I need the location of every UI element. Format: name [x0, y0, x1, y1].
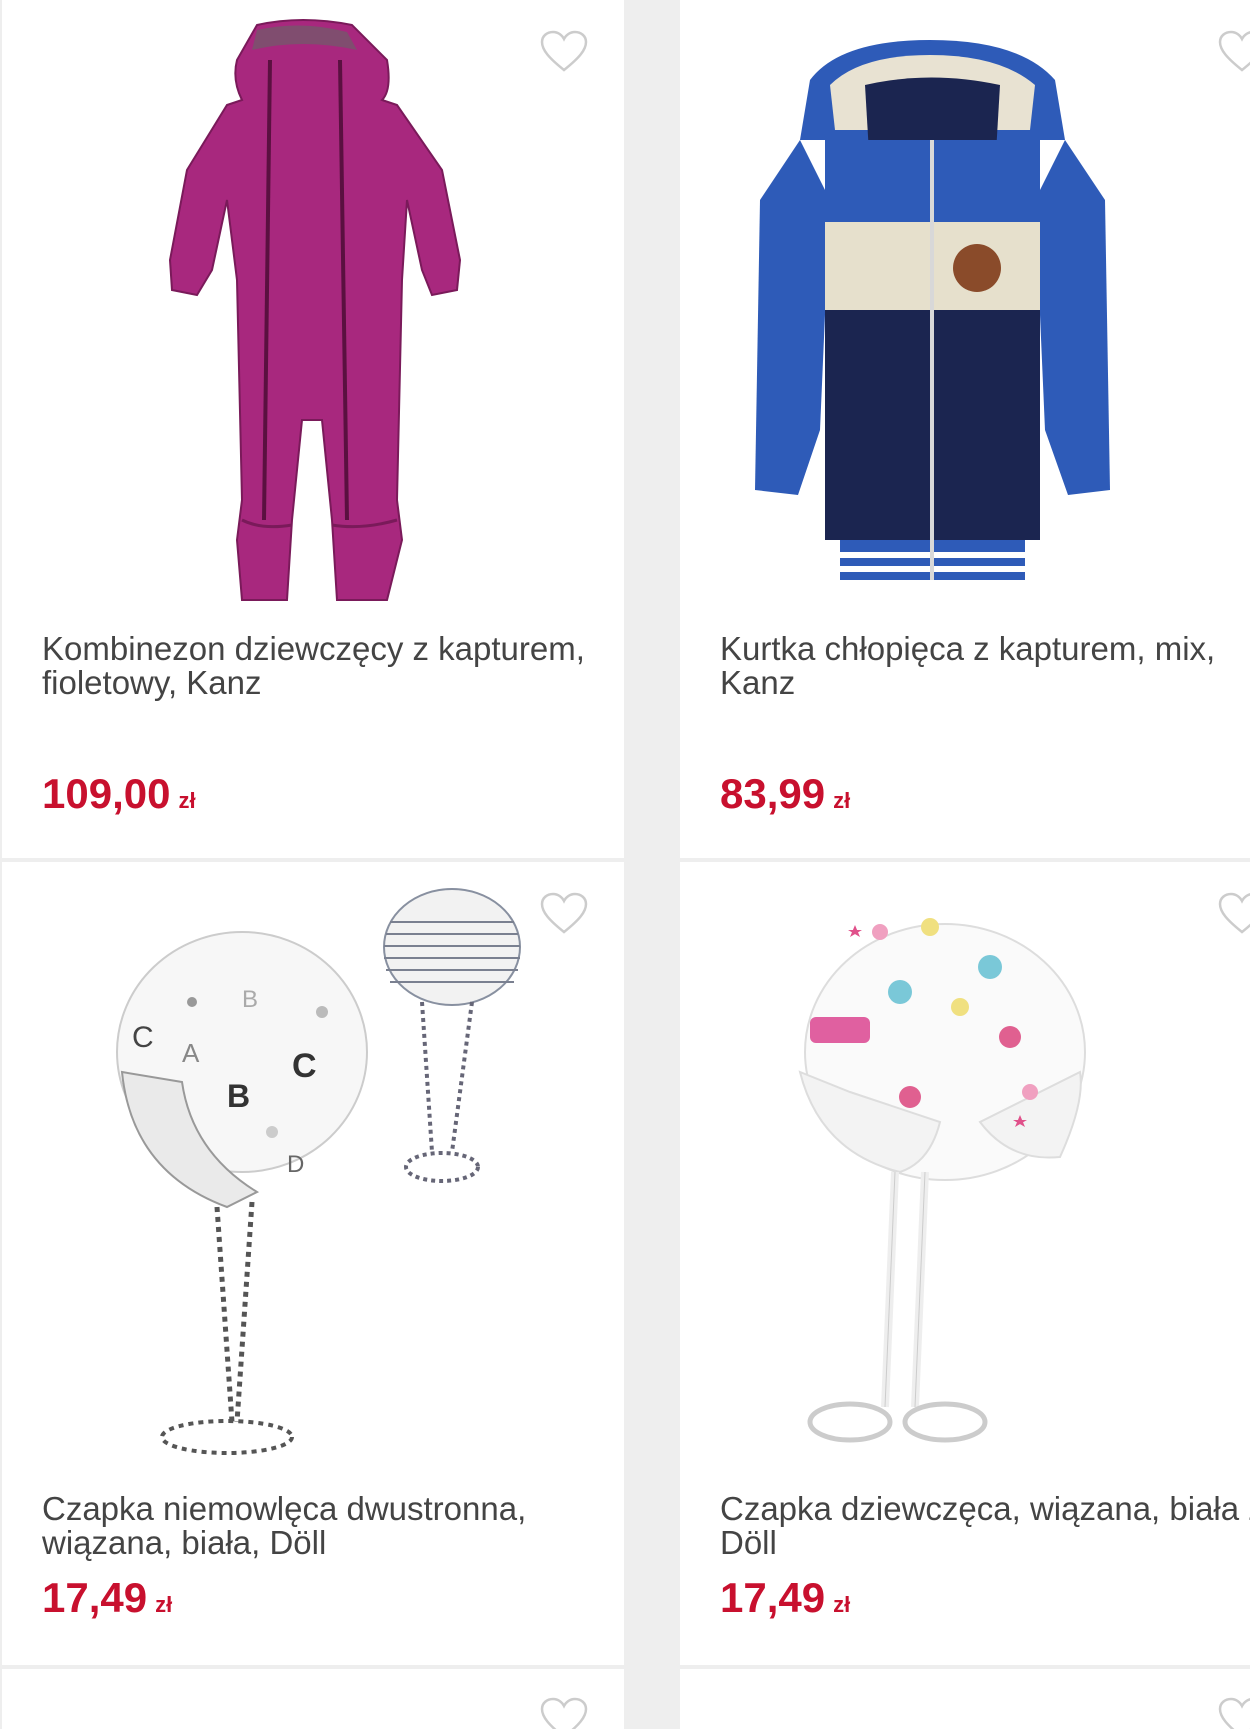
product-card[interactable]: C A B C B D Czapka niemowlęca dwustronna…	[2, 862, 624, 1665]
price-value: 83,99	[720, 770, 826, 817]
price-value: 17,49	[42, 1574, 148, 1621]
product-title[interactable]: Kombinezon dziewczęcy z kapturem, fiolet…	[42, 632, 602, 700]
product-card[interactable]: Czapka dziewczęca, wiązana, biała zwierz…	[680, 862, 1250, 1665]
product-price: 17,49 zł	[720, 1574, 850, 1629]
favorite-heart-icon[interactable]	[1217, 30, 1250, 74]
product-card[interactable]: Kurtka chłopięca z kapturem, mix, Kanz 8…	[680, 0, 1250, 858]
svg-text:B: B	[242, 986, 258, 1013]
svg-text:C: C	[292, 1047, 317, 1085]
product-image[interactable]	[680, 862, 1250, 1487]
product-title[interactable]: Czapka niemowlęca dwustronna, wiązana, b…	[42, 1492, 602, 1560]
favorite-heart-icon[interactable]	[539, 30, 589, 74]
product-price: 17,49 zł	[42, 1574, 172, 1629]
product-price: 83,99 zł	[720, 770, 850, 825]
favorite-heart-icon[interactable]	[1217, 1697, 1250, 1729]
price-currency: zł	[833, 788, 851, 813]
product-card[interactable]	[680, 1669, 1250, 1729]
product-image[interactable]	[680, 0, 1250, 625]
product-card[interactable]	[2, 1669, 624, 1729]
product-grid: Kombinezon dziewczęcy z kapturem, fiolet…	[0, 0, 1250, 1729]
product-title[interactable]: Czapka dziewczęca, wiązana, biała zwierz…	[720, 1492, 1250, 1560]
svg-text:A: A	[182, 1038, 200, 1068]
product-title[interactable]: Kurtka chłopięca z kapturem, mix, Kanz	[720, 632, 1250, 700]
product-card[interactable]: Kombinezon dziewczęcy z kapturem, fiolet…	[2, 0, 624, 858]
favorite-heart-icon[interactable]	[539, 892, 589, 936]
svg-text:C: C	[132, 1021, 154, 1054]
svg-text:D: D	[287, 1151, 304, 1178]
product-image[interactable]	[2, 0, 624, 625]
price-value: 109,00	[42, 770, 171, 817]
price-currency: zł	[178, 788, 196, 813]
favorite-heart-icon[interactable]	[1217, 892, 1250, 936]
product-image[interactable]: C A B C B D	[2, 862, 624, 1487]
price-currency: zł	[155, 1592, 173, 1617]
svg-text:B: B	[227, 1078, 250, 1114]
price-currency: zł	[833, 1592, 851, 1617]
product-price: 109,00 zł	[42, 770, 196, 825]
favorite-heart-icon[interactable]	[539, 1697, 589, 1729]
price-value: 17,49	[720, 1574, 826, 1621]
